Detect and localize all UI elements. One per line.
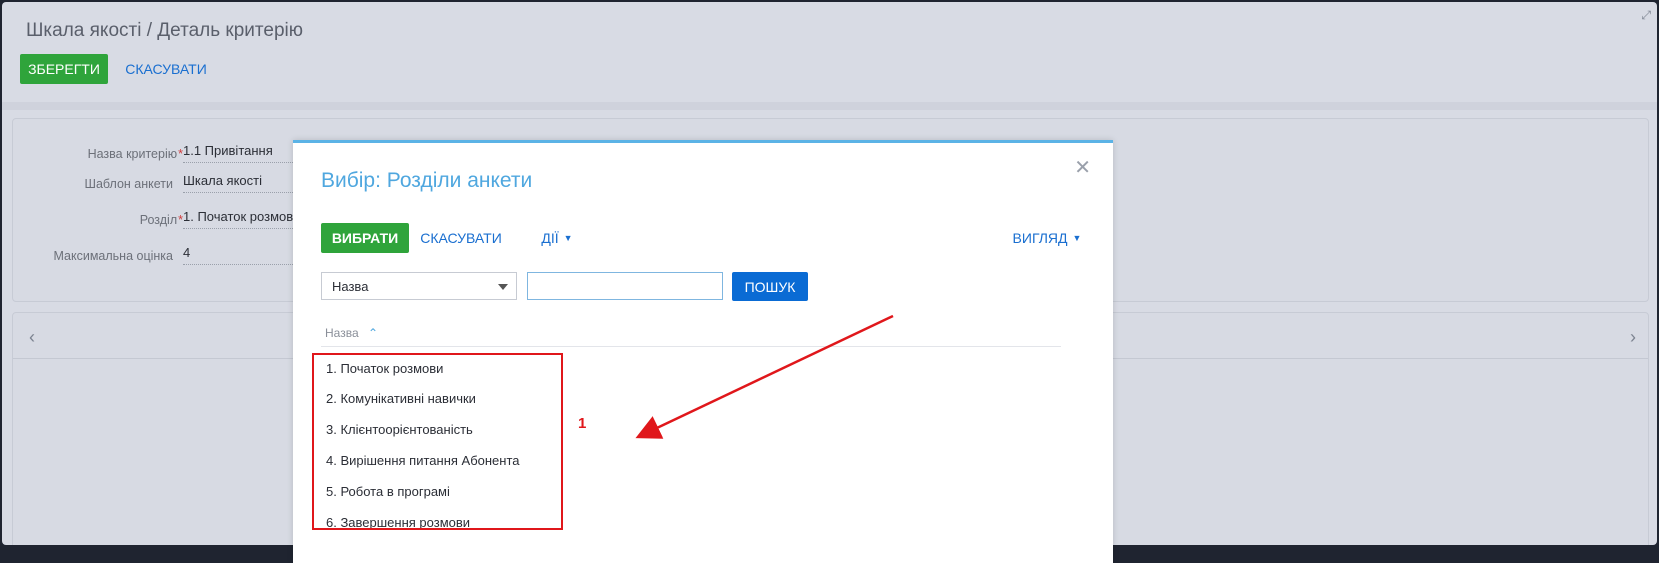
field-label-criterion-name: Назва критерію* [87, 147, 183, 161]
list-item[interactable]: 3. Клієнтоорієнтованість [326, 422, 473, 437]
dialog-title: Вибір: Розділи анкети [321, 169, 533, 192]
view-menu[interactable]: ВИГЛЯД ▼ [1009, 223, 1085, 253]
filter-column-select[interactable]: Назва [321, 272, 517, 300]
caret-down-icon: ▼ [563, 233, 573, 243]
sort-ascending-icon: ⌃ [367, 326, 379, 340]
close-icon[interactable]: ✕ [1074, 155, 1091, 180]
section-field[interactable]: 1. Початок розмови [183, 209, 303, 229]
list-item[interactable]: 2. Комунікативні навички [326, 391, 476, 406]
template-field[interactable]: Шкала якості [183, 173, 303, 193]
list-item[interactable]: 6. Завершення розмови [326, 515, 470, 530]
expand-icon[interactable]: ⤢ [1641, 8, 1651, 23]
save-button[interactable]: ЗБЕРЕГТИ [20, 54, 108, 84]
page-title: Шкала якості / Деталь критерію [26, 20, 303, 41]
list-item[interactable]: 4. Вирішення питання Абонента [326, 453, 520, 468]
view-label: ВИГЛЯД [1012, 230, 1068, 246]
chevron-left-icon[interactable]: ‹ [29, 327, 35, 348]
actions-menu[interactable]: ДІЇ ▼ [537, 223, 577, 253]
search-button[interactable]: ПОШУК [732, 272, 808, 301]
lookup-dialog: Вибір: Розділи анкети ✕ ВИБРАТИ СКАСУВАТ… [293, 140, 1113, 563]
field-label-max-score: Максимальна оцінка [53, 249, 173, 263]
actions-label: ДІЇ [541, 230, 559, 246]
cancel-button[interactable]: СКАСУВАТИ [124, 54, 208, 84]
chevron-right-icon[interactable]: › [1630, 327, 1636, 348]
dialog-cancel-button[interactable]: СКАСУВАТИ [420, 223, 502, 253]
search-input[interactable] [527, 272, 723, 300]
column-header-name[interactable]: Назва ⌃ [325, 326, 378, 340]
field-label-template: Шаблон анкети [84, 177, 173, 191]
annotation-number: 1 [578, 415, 587, 432]
list-item[interactable]: 5. Робота в програмі [326, 484, 450, 499]
annotation-highlight-box [312, 353, 563, 530]
filter-column-value: Назва [332, 279, 369, 294]
list-item[interactable]: 1. Початок розмови [326, 361, 443, 376]
field-label-section: Розділ* [139, 213, 183, 227]
header-divider [2, 102, 1657, 110]
caret-down-icon: ▼ [1072, 233, 1082, 243]
chevron-down-icon [498, 284, 508, 290]
criterion-name-field[interactable]: 1.1 Привітання [183, 143, 303, 163]
select-button[interactable]: ВИБРАТИ [321, 223, 409, 253]
header-divider [321, 346, 1061, 347]
max-score-field[interactable]: 4 [183, 245, 303, 265]
